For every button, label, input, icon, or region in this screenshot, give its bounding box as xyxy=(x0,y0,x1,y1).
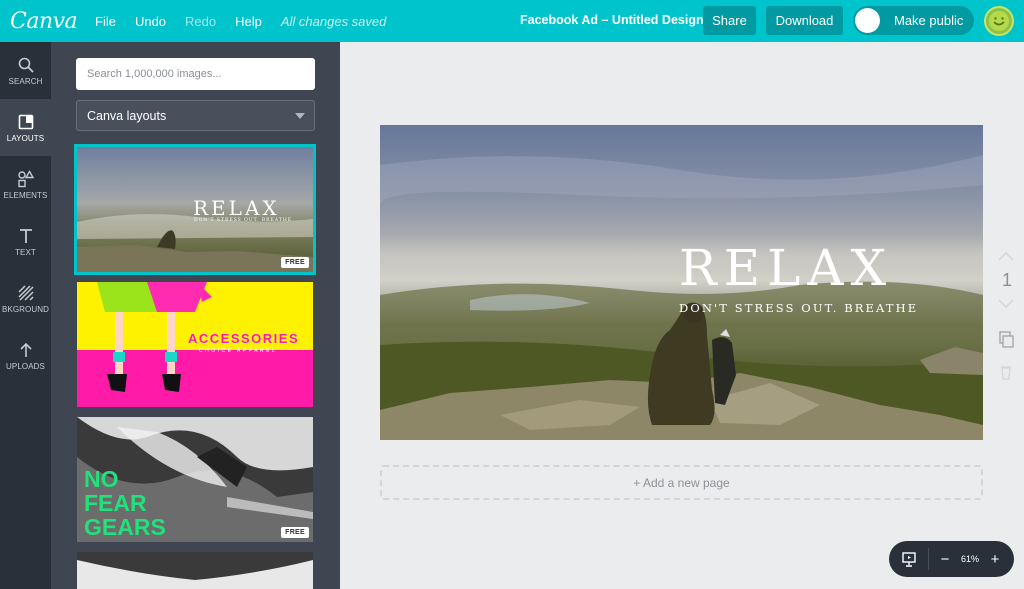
layout-thumb-partial[interactable] xyxy=(77,552,313,589)
rail-label: ELEMENTS xyxy=(3,190,48,200)
rail-item-elements[interactable]: ELEMENTS xyxy=(0,156,51,213)
page-number: 1 xyxy=(1002,270,1013,290)
rail-item-uploads[interactable]: UPLOADS xyxy=(0,327,51,384)
caret-down-icon xyxy=(295,113,305,119)
rail-label: LAYOUTS xyxy=(6,133,45,143)
smiley-avatar-icon xyxy=(989,11,1009,31)
menu-redo[interactable]: Redo xyxy=(185,14,216,29)
design-canvas[interactable]: RELAX DON'T STRESS OUT. BREATHE xyxy=(380,125,983,440)
thumb-title-line2: FEAR xyxy=(84,490,147,516)
thumb-title: ACCESSORIES xyxy=(188,331,300,346)
search-icon xyxy=(18,57,34,73)
relax-thumb-image: RELAX xyxy=(77,147,313,272)
menu-undo[interactable]: Undo xyxy=(135,14,166,29)
partial-thumb-image xyxy=(77,552,313,589)
add-page-button[interactable]: + Add a new page xyxy=(380,465,983,500)
free-badge: FREE xyxy=(281,257,309,268)
toggle-knob xyxy=(855,8,880,33)
layouts-icon xyxy=(18,114,33,129)
avatar[interactable] xyxy=(984,6,1014,36)
move-page-up-icon[interactable] xyxy=(996,250,1016,262)
svg-text:RELAX: RELAX xyxy=(193,196,280,220)
layout-thumb-relax[interactable]: RELAX FREE DON'T STRESS OUT. BREATHE xyxy=(74,144,316,275)
rail-label: SEARCH xyxy=(8,76,43,86)
elements-icon xyxy=(17,169,34,187)
rail-item-layouts[interactable]: LAYOUTS xyxy=(0,99,51,156)
upload-icon xyxy=(19,342,32,357)
present-button[interactable] xyxy=(889,548,929,570)
download-button[interactable]: Download xyxy=(766,6,843,35)
zoom-in-button[interactable]: + xyxy=(985,551,1005,568)
rail-item-background[interactable]: BKGROUND xyxy=(0,270,51,327)
canva-logo[interactable]: Canva xyxy=(10,9,78,34)
layout-thumb-accessories[interactable]: ACCESSORIES CHOICE APPAREL xyxy=(77,282,313,407)
select-value: Canva layouts xyxy=(87,108,167,123)
text-icon xyxy=(19,228,32,243)
make-public-label: Make public xyxy=(894,13,964,28)
rail-item-text[interactable]: TEXT xyxy=(0,213,51,270)
canvas-subtitle-text[interactable]: DON'T STRESS OUT. BREATHE xyxy=(679,301,918,315)
make-public-toggle[interactable]: Make public xyxy=(853,6,974,35)
zoom-bar: − 61% + xyxy=(889,541,1014,577)
image-search-input[interactable] xyxy=(76,58,315,90)
document-title[interactable]: Facebook Ad – Untitled Design xyxy=(520,13,704,27)
rail-label: BKGROUND xyxy=(1,304,50,314)
delete-page-icon[interactable] xyxy=(996,364,1016,380)
thumb-title-line3: GEARS xyxy=(84,514,166,540)
move-page-down-icon[interactable] xyxy=(996,298,1016,310)
top-bar: Canva File Undo Redo Help All changes sa… xyxy=(0,0,1024,42)
left-rail: SEARCH LAYOUTS ELEMENTS TEXT BKGROUND UP… xyxy=(0,42,51,589)
copy-page-icon[interactable] xyxy=(996,331,1016,349)
layout-thumb-no-fear-gears[interactable]: NO FEAR GEARS FREE xyxy=(77,417,313,542)
zoom-level: 61% xyxy=(960,554,979,564)
rail-item-search[interactable]: SEARCH xyxy=(0,42,51,99)
present-icon xyxy=(901,552,916,567)
background-icon xyxy=(17,284,34,301)
layouts-panel: Canva layouts RELAX FREE DON'T STRESS OU… xyxy=(51,42,340,589)
rail-label: UPLOADS xyxy=(6,361,45,371)
menu-file[interactable]: File xyxy=(95,14,116,29)
thumb-subtitle: CHOICE APPAREL xyxy=(199,348,278,354)
thumb-subtitle: DON'T STRESS OUT. BREATHE xyxy=(194,218,293,223)
thumb-title-line1: NO xyxy=(84,466,119,492)
save-status: All changes saved xyxy=(280,13,387,29)
layout-category-select[interactable]: Canva layouts xyxy=(76,100,315,131)
rail-label: TEXT xyxy=(15,247,36,257)
zoom-out-button[interactable]: − xyxy=(935,551,955,568)
menu-help[interactable]: Help xyxy=(235,14,262,29)
canvas-title-text[interactable]: RELAX xyxy=(679,243,893,293)
share-button[interactable]: Share xyxy=(703,6,756,35)
free-badge: FREE xyxy=(281,527,309,538)
